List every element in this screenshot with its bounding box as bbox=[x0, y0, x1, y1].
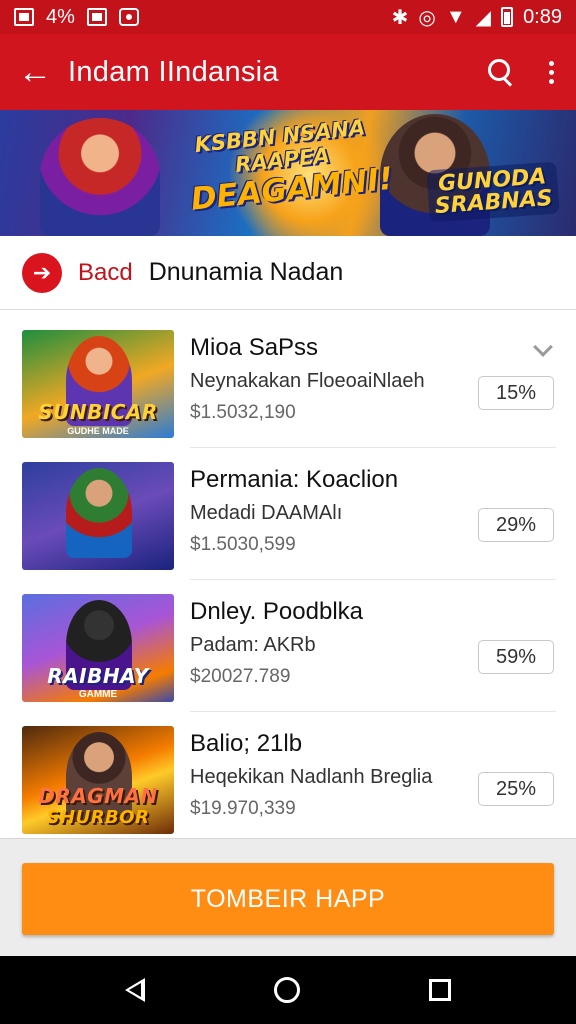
item-thumbnail bbox=[22, 462, 174, 570]
list-item[interactable]: SUNBICAR GUDHE MADE Mioa SaPss Neynakaka… bbox=[0, 318, 576, 448]
app-bar: ← Indam IIndansia bbox=[0, 34, 576, 110]
chevron-down-icon[interactable] bbox=[533, 337, 553, 357]
thumb-sub: SHURBOR bbox=[46, 807, 150, 828]
item-price: $19.970,339 bbox=[190, 798, 296, 819]
item-name: Dnley. Poodblka bbox=[190, 598, 363, 625]
more-vert-icon[interactable] bbox=[549, 60, 558, 84]
divider bbox=[190, 711, 556, 712]
section-title: Dnunamia Nadan bbox=[148, 258, 344, 286]
promo-banner[interactable]: KSBBN NSANA RAAPEA DEAGAMNI! GUNODA SRAB… bbox=[0, 110, 576, 236]
notification-icon bbox=[14, 8, 34, 26]
percent-badge[interactable]: 59% bbox=[478, 640, 554, 674]
divider bbox=[190, 447, 556, 448]
section-label: Bacd bbox=[78, 258, 133, 286]
thumb-figure bbox=[66, 468, 132, 558]
item-price: $1.5030,599 bbox=[190, 534, 296, 555]
status-left: 4% bbox=[14, 6, 139, 29]
item-name: Permania: Koaclion bbox=[190, 466, 399, 493]
thumb-caption: SUNBICAR bbox=[38, 400, 158, 424]
thumb-sub: GUDHE MADE bbox=[67, 426, 129, 436]
item-name: Balio; 21lb bbox=[190, 730, 303, 757]
arrow-back-icon[interactable]: ← bbox=[18, 55, 54, 89]
item-thumbnail: SUNBICAR GUDHE MADE bbox=[22, 330, 174, 438]
item-subtitle: Neynakakan FloeoaiNlaeh bbox=[190, 370, 425, 392]
app-bar-actions bbox=[487, 58, 558, 86]
gallery-icon bbox=[86, 8, 107, 26]
percent-badge[interactable]: 29% bbox=[478, 508, 554, 542]
percent-badge[interactable]: 25% bbox=[478, 772, 554, 806]
divider bbox=[190, 579, 556, 580]
status-left-text: 4% bbox=[46, 5, 75, 28]
item-name: Mioa SaPss bbox=[190, 334, 319, 361]
cta-button[interactable]: TOMBEIR HAPP bbox=[22, 863, 554, 935]
nav-recents-icon[interactable] bbox=[429, 979, 452, 1001]
banner-hero-left bbox=[40, 118, 160, 236]
thumb-caption: DRAGMAN bbox=[38, 784, 158, 808]
system-nav-bar bbox=[0, 956, 576, 1024]
list-item[interactable]: Permania: Koaclion Medadi DAAMAlı $1.503… bbox=[0, 450, 576, 580]
nav-home-icon[interactable] bbox=[273, 977, 300, 1003]
item-subtitle: Padam: AKRb bbox=[190, 634, 316, 656]
alarm-icon: ◎ bbox=[418, 6, 436, 29]
arrow-forward-icon[interactable]: ➔ bbox=[22, 252, 62, 293]
search-icon[interactable] bbox=[487, 58, 515, 86]
status-right: ✱ ◎ ▼ ◢ 0:89 bbox=[392, 5, 562, 30]
item-thumbnail: DRAGMAN SHURBOR bbox=[22, 726, 174, 834]
bottom-bar: TOMBEIR HAPP bbox=[0, 838, 576, 956]
signal-icon: ◢ bbox=[475, 6, 492, 29]
bluetooth-icon: ✱ bbox=[391, 6, 409, 29]
status-time: 0:89 bbox=[523, 5, 562, 28]
list-item[interactable]: DRAGMAN SHURBOR Balio; 21lb Heqekikan Na… bbox=[0, 714, 576, 838]
game-list: SUNBICAR GUDHE MADE Mioa SaPss Neynakaka… bbox=[0, 318, 576, 838]
page-title: Indam IIndansia bbox=[68, 55, 279, 88]
item-price: $1.5032,190 bbox=[190, 402, 296, 423]
item-subtitle: Heqekikan Nadlanh Breglia bbox=[190, 766, 433, 788]
banner-brand: GUNODA SRABNAS bbox=[426, 161, 560, 223]
banner-brand-line2: SRABNAS bbox=[434, 185, 554, 220]
item-price: $20027.789 bbox=[190, 666, 291, 687]
percent-badge[interactable]: 15% bbox=[478, 376, 554, 410]
item-thumbnail: RAIBHAY GAMME bbox=[22, 594, 174, 702]
status-bar: 4% ✱ ◎ ▼ ◢ 0:89 bbox=[0, 0, 576, 34]
list-item[interactable]: RAIBHAY GAMME Dnley. Poodblka Padam: AKR… bbox=[0, 582, 576, 712]
item-subtitle: Medadi DAAMAlı bbox=[190, 502, 343, 524]
nav-back-icon[interactable] bbox=[124, 978, 145, 1002]
battery-icon bbox=[501, 7, 514, 27]
thumb-caption: RAIBHAY bbox=[47, 664, 149, 688]
camera-icon bbox=[118, 8, 139, 26]
wifi-icon: ▼ bbox=[445, 5, 466, 28]
thumb-sub: GAMME bbox=[78, 689, 118, 700]
section-header[interactable]: ➔ Bacd Dnunamia Nadan bbox=[0, 236, 576, 310]
